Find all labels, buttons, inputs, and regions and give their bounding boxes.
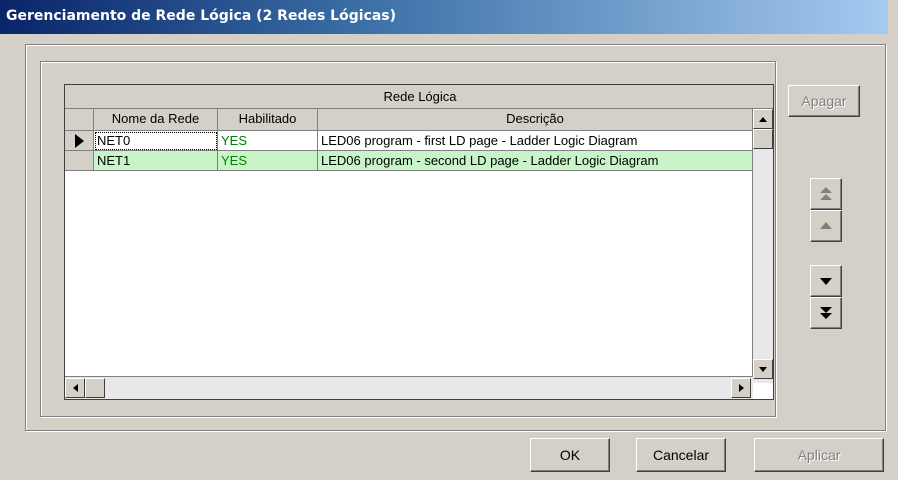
column-header-enabled[interactable]: Habilitado	[218, 109, 318, 131]
scroll-up-button[interactable]	[753, 109, 773, 129]
grid-group-header: Rede Lógica	[65, 85, 773, 109]
title-bar: Gerenciamento de Rede Lógica (2 Redes Ló…	[0, 0, 888, 34]
move-down-icon	[820, 278, 832, 285]
scroll-down-button[interactable]	[753, 359, 773, 379]
apply-button[interactable]: Aplicar	[754, 438, 884, 472]
move-up-button[interactable]	[810, 210, 842, 242]
cancel-button[interactable]: Cancelar	[636, 438, 726, 472]
ok-button[interactable]: OK	[530, 438, 610, 472]
move-up-icon	[820, 222, 832, 229]
column-header-description[interactable]: Descrição	[318, 109, 753, 131]
cell-enabled[interactable]: YES	[218, 151, 318, 171]
scroll-up-arrow-icon	[759, 116, 767, 122]
move-to-top-button[interactable]	[810, 178, 842, 210]
scroll-left-button[interactable]	[65, 378, 85, 398]
scroll-thumb[interactable]	[753, 129, 773, 149]
cell-description[interactable]: LED06 program - second LD page - Ladder …	[318, 151, 753, 171]
move-to-bottom-icon	[820, 307, 832, 319]
table-row[interactable]: NET0 YES LED06 program - first LD page -…	[65, 131, 753, 151]
delete-button[interactable]: Apagar	[788, 85, 860, 117]
logical-network-grid[interactable]: Rede Lógica Nome da Rede Habilitado Desc…	[64, 84, 774, 400]
current-row-indicator	[65, 131, 94, 151]
vertical-scrollbar[interactable]	[752, 109, 773, 383]
row-indicator-header	[65, 109, 94, 131]
scroll-down-arrow-icon	[759, 366, 767, 372]
move-to-top-icon	[820, 187, 832, 200]
cell-network-name[interactable]: NET0	[94, 131, 218, 151]
scroll-left-arrow-icon	[72, 384, 78, 392]
scroll-right-button[interactable]	[731, 378, 751, 398]
current-row-arrow-icon	[75, 134, 84, 148]
scroll-right-arrow-icon	[738, 384, 744, 392]
row-indicator	[65, 151, 94, 171]
grid-group-header-label: Rede Lógica	[383, 89, 457, 104]
horizontal-scroll-thumb[interactable]	[85, 378, 105, 398]
move-to-bottom-button[interactable]	[810, 297, 842, 329]
cell-network-name[interactable]: NET1	[94, 151, 218, 171]
cell-enabled[interactable]: YES	[218, 131, 318, 151]
window-title: Gerenciamento de Rede Lógica (2 Redes Ló…	[6, 8, 397, 24]
horizontal-scrollbar[interactable]	[65, 376, 753, 399]
move-down-button[interactable]	[810, 265, 842, 297]
column-header-name[interactable]: Nome da Rede	[94, 109, 218, 131]
cell-description[interactable]: LED06 program - first LD page - Ladder L…	[318, 131, 753, 151]
table-row[interactable]: NET1 YES LED06 program - second LD page …	[65, 151, 753, 171]
